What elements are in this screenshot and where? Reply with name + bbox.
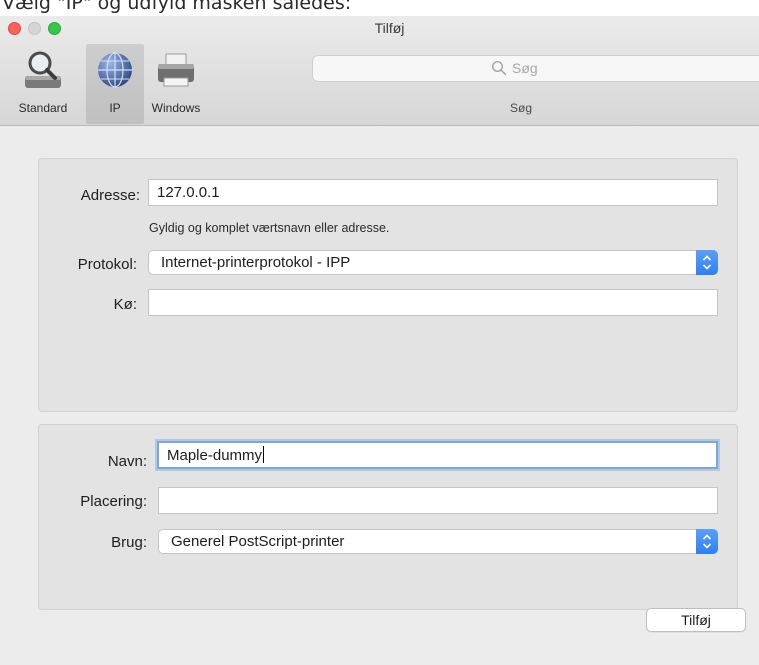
toolbar-standard-button[interactable]: Standard — [2, 44, 84, 124]
toolbar-ip-label: IP — [109, 101, 121, 115]
toolbar-ip-button[interactable]: IP — [86, 44, 144, 124]
use-select[interactable]: Generel PostScript-printer — [158, 529, 718, 554]
magnifier-printer-icon — [25, 51, 61, 88]
add-button[interactable]: Tilføj — [646, 608, 746, 632]
toolbar-windows-label: Windows — [151, 101, 201, 115]
toolbar-windows-button[interactable]: Windows — [140, 44, 212, 124]
toolbar-standard-label: Standard — [18, 101, 68, 115]
protocol-select[interactable]: Internet-printerprotokol - IPP — [148, 250, 718, 275]
globe-icon — [98, 52, 132, 88]
printer-icon — [158, 53, 194, 87]
use-value: Generel PostScript-printer — [171, 533, 345, 550]
address-field[interactable]: 127.0.0.1 — [148, 179, 718, 206]
name-field[interactable]: Maple-dummy — [157, 441, 718, 469]
location-field[interactable] — [158, 487, 718, 514]
search-placeholder: Søg — [512, 60, 538, 76]
protocol-label: Protokol: — [77, 256, 137, 273]
queue-field[interactable] — [148, 289, 718, 316]
chevron-updown-icon — [696, 250, 718, 275]
use-label: Brug: — [111, 534, 147, 551]
location-label: Placering: — [80, 493, 147, 510]
address-hint: Gyldig og komplet værtsnavn eller adress… — [149, 221, 390, 235]
address-label: Adresse: — [80, 187, 140, 204]
queue-label: Kø: — [113, 296, 137, 313]
window-title: Tilføj — [374, 20, 405, 36]
chevron-updown-icon — [696, 529, 718, 554]
text-caret — [263, 446, 265, 463]
search-field[interactable]: Søg — [312, 55, 759, 82]
add-printer-window: Tilføj Standard IP Windows Søg Søg Adres… — [0, 16, 759, 665]
protocol-value: Internet-printerprotokol - IPP — [161, 254, 351, 271]
search-icon — [491, 60, 507, 76]
name-value: Maple-dummy — [167, 447, 263, 464]
search-label: Søg — [510, 101, 533, 115]
titlebar-toolbar: Tilføj Standard IP Windows Søg Søg — [0, 16, 759, 126]
name-label: Navn: — [107, 453, 147, 470]
